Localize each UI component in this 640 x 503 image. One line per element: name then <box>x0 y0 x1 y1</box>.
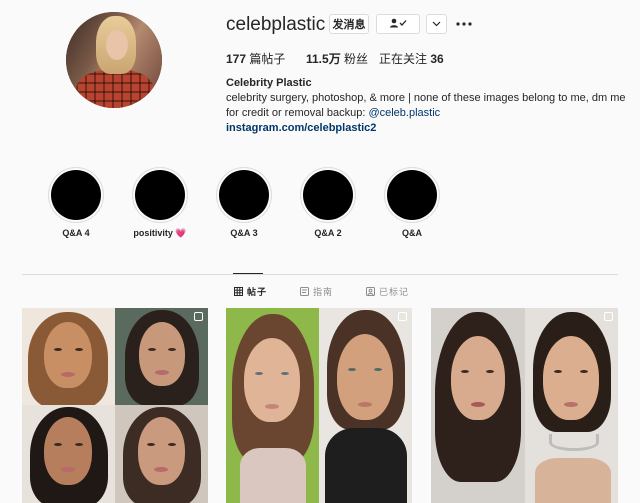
multiple-posts-icon <box>194 312 203 321</box>
following-button[interactable] <box>376 14 420 34</box>
highlight-cover <box>135 170 185 220</box>
highlight-cover <box>219 170 269 220</box>
profile-display-name: Celebrity Plastic <box>226 77 312 89</box>
following-count-stat[interactable]: 正在关注 36 <box>379 50 444 67</box>
photo-panel <box>22 405 115 503</box>
person-check-icon <box>389 18 407 31</box>
photo-panel <box>525 308 618 503</box>
highlight-positivity[interactable]: positivity 💗 <box>130 170 190 239</box>
tab-guides[interactable]: 指南 <box>300 285 333 298</box>
photo-panel <box>319 308 412 503</box>
tab-posts[interactable]: 帖子 <box>234 285 267 298</box>
tab-tagged-label: 已标记 <box>379 287 410 297</box>
more-options-button[interactable] <box>455 14 473 34</box>
tag-icon <box>366 287 375 296</box>
highlight-qa-4[interactable]: Q&A 4 <box>46 170 106 238</box>
bio-mention-link[interactable]: @celeb.plastic <box>368 107 440 119</box>
photo-panel <box>22 308 115 405</box>
highlight-label: Q&A 3 <box>230 228 258 238</box>
highlight-cover <box>387 170 437 220</box>
highlight-label: Q&A <box>402 228 422 238</box>
post-thumbnail-2[interactable] <box>226 308 412 503</box>
heart-emoji: 💗 <box>175 228 187 238</box>
grid-icon <box>234 287 243 296</box>
message-button[interactable]: 发消息 <box>329 14 369 34</box>
post-thumbnail-3[interactable] <box>431 308 618 503</box>
highlight-qa-2[interactable]: Q&A 2 <box>298 170 358 238</box>
highlight-label: Q&A 4 <box>62 228 90 238</box>
highlight-qa[interactable]: Q&A <box>382 170 442 238</box>
highlight-qa-3[interactable]: Q&A 3 <box>214 170 274 238</box>
profile-username: celebplastic <box>226 14 326 35</box>
highlight-cover <box>303 170 353 220</box>
photo-panel <box>115 308 208 405</box>
tabs-divider <box>22 274 618 275</box>
tab-guides-label: 指南 <box>313 287 334 297</box>
profile-avatar[interactable] <box>66 12 162 108</box>
bio-external-link[interactable]: instagram.com/celebplastic2 <box>226 121 626 136</box>
active-tab-indicator <box>233 273 263 274</box>
followers-count-stat[interactable]: 11.5万 粉丝 <box>306 50 368 67</box>
multiple-posts-icon <box>398 312 407 321</box>
guide-icon <box>300 287 309 296</box>
more-options-icon <box>456 22 472 26</box>
suggested-dropdown-button[interactable] <box>426 14 447 34</box>
post-thumbnail-1[interactable] <box>22 308 208 503</box>
highlight-cover <box>51 170 101 220</box>
multiple-posts-icon <box>604 312 613 321</box>
photo-panel <box>115 405 208 503</box>
tab-posts-label: 帖子 <box>247 287 268 297</box>
tab-tagged[interactable]: 已标记 <box>366 285 409 298</box>
photo-panel <box>226 308 319 503</box>
profile-bio: Celebrity Plastic celebrity surgery, pho… <box>226 76 626 136</box>
highlight-label: Q&A 2 <box>314 228 342 238</box>
posts-count-stat: 177 篇帖子 <box>226 52 286 66</box>
chevron-down-icon <box>432 18 441 30</box>
bio-text-line1: celebrity surgery, photoshop, & more | n… <box>226 92 626 104</box>
photo-panel <box>431 308 525 503</box>
bio-text-line2: for credit or removal backup: @celeb.pla… <box>226 107 441 119</box>
highlight-label: positivity 💗 <box>133 228 187 238</box>
